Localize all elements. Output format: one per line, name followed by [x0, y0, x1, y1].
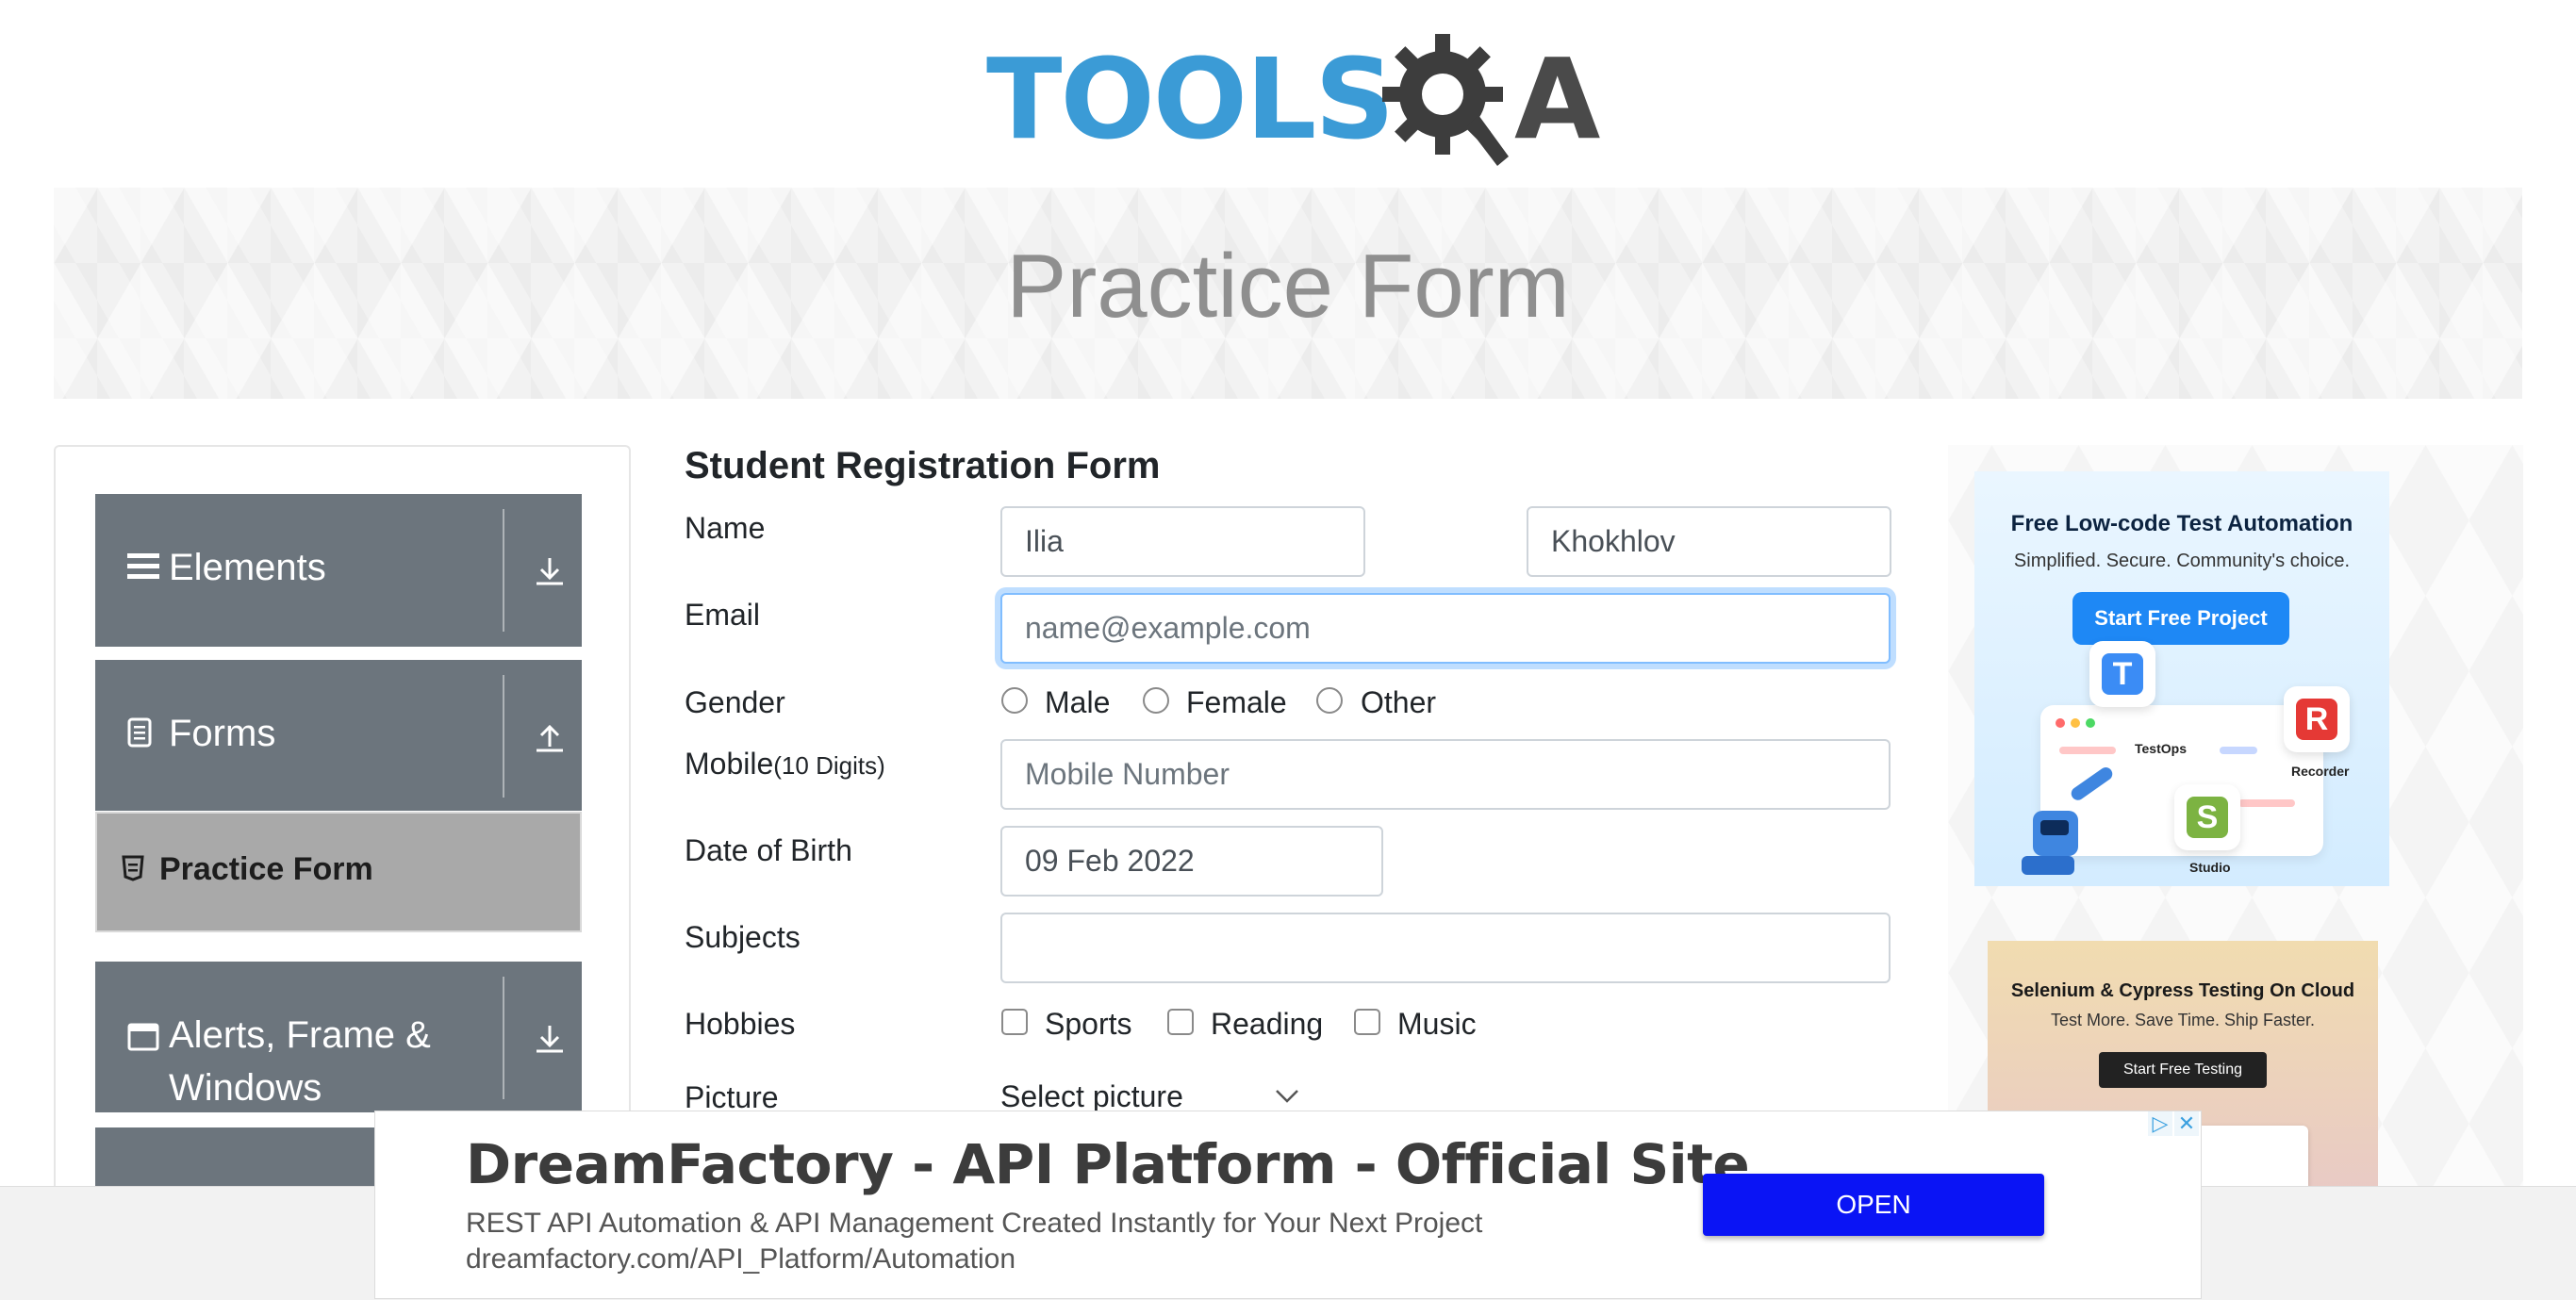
- gender-female-radio[interactable]: [1143, 687, 1169, 714]
- adchoices-icon[interactable]: ▷: [2148, 1111, 2172, 1136]
- group-divider: [503, 675, 504, 798]
- logo-tools-text: TOOLS: [986, 34, 1395, 164]
- page-banner: Practice Form: [54, 188, 2522, 399]
- ad-url[interactable]: dreamfactory.com/API_Platform/Automation: [466, 1243, 1016, 1275]
- hobby-music-checkbox[interactable]: [1354, 1009, 1380, 1035]
- ad-description: REST API Automation & API Management Cre…: [466, 1208, 1483, 1239]
- email-label: Email: [685, 598, 761, 632]
- form-title: Student Registration Form: [685, 445, 1161, 486]
- gender-other-radio[interactable]: [1316, 687, 1343, 714]
- download-arrow-icon[interactable]: [531, 552, 569, 590]
- window-icon: [127, 1020, 159, 1060]
- date-of-birth-input[interactable]: [1000, 826, 1383, 897]
- tile-caption-recorder: Recorder: [2291, 764, 2350, 779]
- last-name-input[interactable]: [1527, 506, 1891, 577]
- recorder-icon: R: [2284, 686, 2350, 752]
- close-icon[interactable]: ✕: [2174, 1111, 2199, 1136]
- hobby-reading-checkbox[interactable]: [1167, 1009, 1194, 1035]
- mobile-input[interactable]: [1000, 739, 1891, 810]
- gender-other-label[interactable]: Other: [1361, 685, 1436, 720]
- group-divider: [503, 509, 504, 632]
- studio-icon: S: [2174, 784, 2240, 850]
- ad-title: Selenium & Cypress Testing On Cloud: [2010, 980, 2355, 1001]
- name-label: Name: [685, 511, 766, 545]
- hobby-sports-label[interactable]: Sports: [1045, 1007, 1131, 1042]
- ad-title: Free Low-code Test Automation: [2010, 511, 2353, 536]
- hobbies-label: Hobbies: [685, 1007, 796, 1041]
- sidebar-group-label: Elements: [169, 547, 326, 588]
- download-arrow-icon[interactable]: [531, 1020, 569, 1058]
- start-free-project-button[interactable]: Start Free Project: [2072, 592, 2289, 645]
- hobby-sports-checkbox[interactable]: [1001, 1009, 1028, 1035]
- mobile-label: Mobile(10 Digits): [685, 747, 885, 782]
- robot-arm-icon: [2022, 767, 2113, 875]
- mobile-label-text: Mobile: [685, 747, 774, 781]
- subjects-label: Subjects: [685, 920, 801, 954]
- ad-choices[interactable]: ▷ ✕: [2146, 1111, 2203, 1138]
- testops-icon: T: [2089, 641, 2155, 707]
- document-icon: [127, 716, 152, 756]
- chevron-down-icon[interactable]: [1273, 1082, 1301, 1111]
- tile-caption-testops: TestOps: [2135, 741, 2187, 756]
- sidebar-group-alerts-frame-windows[interactable]: Alerts, Frame & Windows: [95, 962, 582, 1112]
- gear-magnifier-icon: [1382, 34, 1509, 166]
- start-free-testing-button[interactable]: Start Free Testing: [2099, 1052, 2267, 1088]
- sidebar-item-practice-form[interactable]: Practice Form: [95, 812, 582, 932]
- subjects-input[interactable]: [1000, 913, 1891, 983]
- gender-label: Gender: [685, 685, 785, 719]
- hobby-reading-label[interactable]: Reading: [1211, 1007, 1323, 1042]
- gender-female-label[interactable]: Female: [1186, 685, 1287, 720]
- sidebar-item-label: Practice Form: [159, 851, 373, 887]
- sidebar-group-label: Forms: [169, 713, 276, 754]
- gender-male-label[interactable]: Male: [1045, 685, 1110, 720]
- ad-open-button[interactable]: OPEN: [1703, 1174, 2044, 1236]
- left-sidebar: Elements Forms Practice Form Alerts, Fra…: [54, 445, 631, 1201]
- sidebar-group-label-line2: Windows: [169, 1067, 322, 1109]
- toolsqa-logo[interactable]: TOOLS A: [986, 28, 1601, 172]
- gender-male-radio[interactable]: [1001, 687, 1028, 714]
- mobile-hint: (10 Digits): [773, 751, 885, 780]
- logo-a-text: A: [1514, 34, 1601, 164]
- sidebar-group-forms[interactable]: Forms: [95, 660, 582, 811]
- first-name-input[interactable]: [1000, 506, 1365, 577]
- sidebar-group-elements[interactable]: Elements: [95, 494, 582, 647]
- sidebar-group-label: Alerts, Frame &: [169, 1014, 431, 1056]
- dob-label: Date of Birth: [685, 833, 852, 867]
- ad-subtitle: Test More. Save Time. Ship Faster.: [2050, 1011, 2316, 1029]
- email-input[interactable]: [1000, 593, 1891, 664]
- group-divider: [503, 977, 504, 1099]
- page-title: Practice Form: [1006, 236, 1570, 337]
- html5-icon: [122, 855, 144, 889]
- upload-arrow-icon[interactable]: [531, 718, 569, 756]
- ad-headline[interactable]: DreamFactory - API Platform - Official S…: [466, 1132, 1750, 1196]
- hamburger-icon: [127, 549, 159, 588]
- bottom-ad-dreamfactory[interactable]: DreamFactory - API Platform - Official S…: [374, 1111, 2202, 1299]
- ad-low-code-automation[interactable]: Free Low-code Test Automation Simplified…: [1974, 471, 2389, 886]
- tile-caption-studio: Studio: [2189, 860, 2231, 875]
- ad-subtitle: Simplified. Secure. Community's choice.: [2013, 551, 2351, 571]
- select-picture-button[interactable]: Select picture: [1000, 1079, 1183, 1114]
- hobby-music-label[interactable]: Music: [1397, 1007, 1477, 1042]
